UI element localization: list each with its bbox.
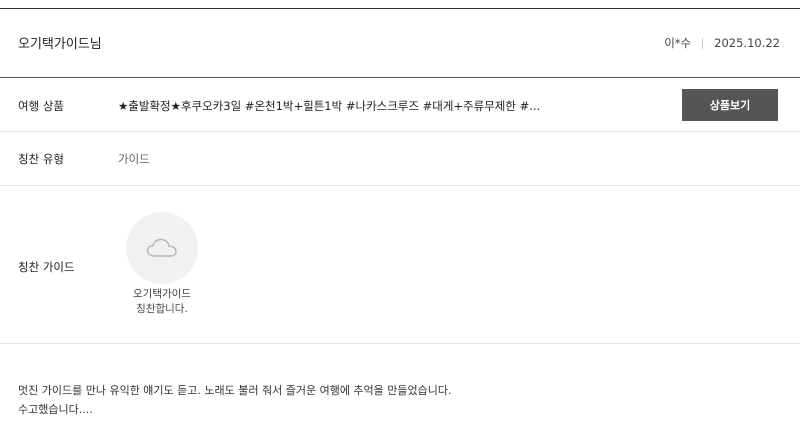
row-divider [0, 185, 800, 186]
praise-guide-label: 칭찬 가이드 [18, 260, 75, 274]
guide-praise-caption: 오기택가이드 칭찬합니다. [112, 287, 212, 317]
meta-separator [702, 37, 704, 49]
header-divider [0, 77, 800, 78]
review-meta: 이*수 2025.10.22 [664, 35, 780, 51]
review-line: 수고했습니다.... [18, 403, 93, 416]
review-body: 멋진 가이드를 만나 유익한 얘기도 듣고. 노래도 불러 줘서 즐거운 여행에… [18, 381, 452, 419]
caption-praise-text: 칭찬합니다. [136, 303, 188, 315]
row-divider [0, 131, 800, 132]
caption-guide-name: 오기택가이드 [133, 288, 191, 300]
guide-avatar [126, 212, 198, 284]
view-product-button[interactable]: 상품보기 [682, 89, 778, 121]
guide-name-title: 오기택가이드님 [18, 37, 102, 52]
praise-type-label: 칭찬 유형 [18, 152, 64, 166]
review-line: 멋진 가이드를 만나 유익한 얘기도 듣고. 노래도 불러 줘서 즐거운 여행에… [18, 384, 452, 397]
praise-type-value: 가이드 [118, 152, 150, 166]
product-label: 여행 상품 [18, 99, 64, 113]
cloud-icon [146, 238, 177, 257]
author-name: 이*수 [664, 36, 692, 50]
review-date: 2025.10.22 [714, 36, 780, 50]
row-divider [0, 343, 800, 344]
product-name: ★출발확정★후쿠오카3일 #온천1박+힐튼1박 #나카스크루즈 #대게+주류무제… [118, 99, 541, 113]
review-header: 오기택가이드님 이*수 2025.10.22 [0, 9, 800, 77]
